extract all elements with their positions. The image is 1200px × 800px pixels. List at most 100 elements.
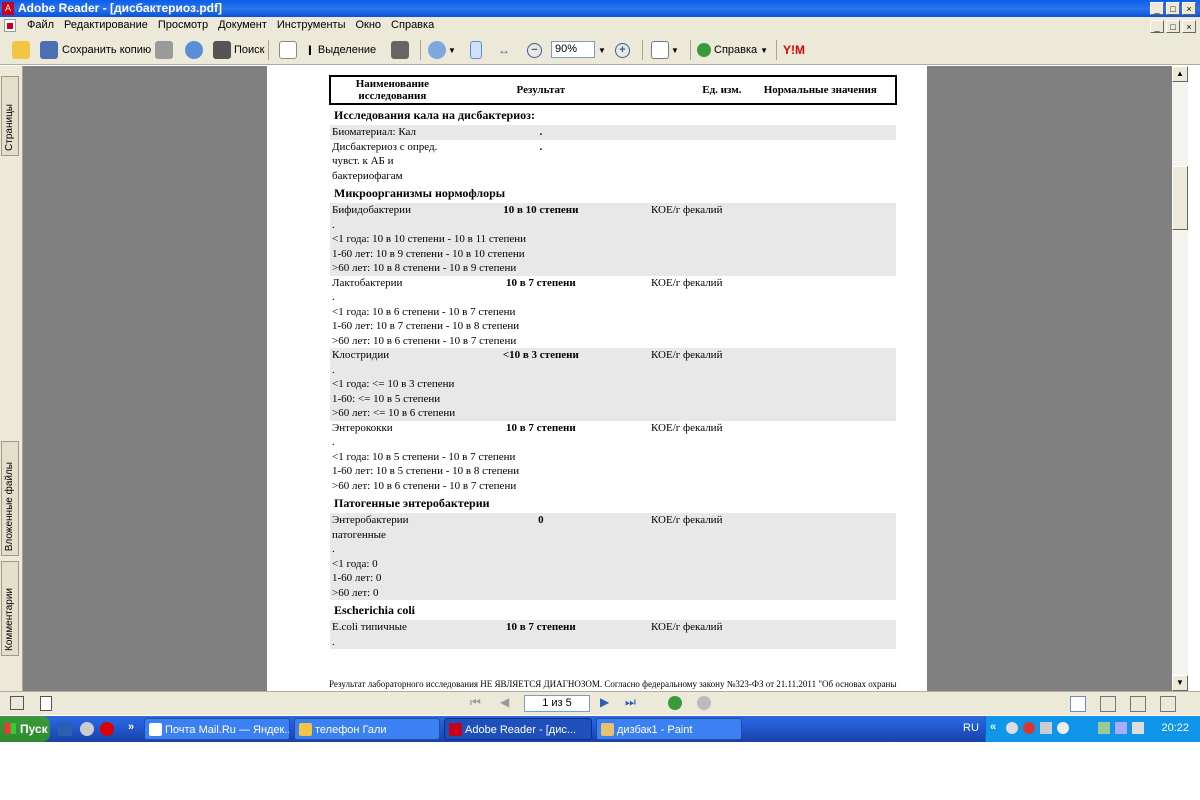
scroll-up-button[interactable]: ▲ [1172, 66, 1188, 82]
select-tool-button[interactable]: I Выделение [308, 40, 376, 60]
open-button[interactable] [12, 40, 30, 60]
hand-icon [279, 41, 297, 59]
normal-value-line: . [332, 218, 335, 231]
printer-icon [155, 41, 173, 59]
toolbar: Сохранить копию Поиск I Выделение ▼ ↔ − 9… [0, 35, 1200, 65]
task-paint[interactable]: дизбак1 - Paint [596, 718, 742, 740]
minimize-button[interactable]: _ [1150, 2, 1164, 15]
last-page-button[interactable]: ⏭ [625, 695, 636, 710]
tray-icon[interactable] [1006, 722, 1018, 734]
menu-edit[interactable]: Редактирование [59, 19, 153, 31]
hand-tool-button[interactable] [279, 40, 297, 60]
scroll-down-button[interactable]: ▼ [1172, 675, 1188, 691]
menu-file[interactable]: Файл [22, 19, 59, 31]
test-unit [628, 125, 746, 140]
quick-launch-expand-icon[interactable]: » [128, 721, 134, 733]
document-area: Наименование исследования Результат Ед. … [23, 66, 1172, 691]
tab-pages[interactable]: Страницы [1, 76, 19, 156]
zoom-tool-button[interactable]: ▼ [428, 40, 456, 60]
report-footer: Результат лабораторного исследования НЕ … [329, 679, 897, 689]
word-icon[interactable] [58, 722, 72, 736]
previous-page-button[interactable]: ◀ [500, 695, 509, 709]
facing-view-icon[interactable] [1130, 696, 1146, 712]
page-layout-button[interactable]: ▼ [651, 40, 679, 60]
binoculars-icon [213, 41, 231, 59]
snapshot-button[interactable] [391, 40, 409, 60]
next-view-icon[interactable] [697, 696, 711, 710]
table-row: E.coli типичные 10 в 7 степени КОЕ/г фекал… [330, 620, 896, 635]
normal-value-line: >60 лет: <= 10 в 6 степени [332, 407, 456, 419]
normal-value-line: . [332, 291, 335, 303]
test-unit [628, 140, 746, 184]
document-properties-icon[interactable] [40, 696, 52, 711]
tab-attachments[interactable]: Вложенные файлы [1, 441, 19, 556]
page-layout-icon [651, 41, 669, 59]
zoom-in-button[interactable]: + [615, 40, 630, 60]
language-indicator[interactable]: RU [963, 722, 979, 734]
menu-window[interactable]: Окно [350, 19, 386, 31]
first-page-button[interactable]: ⏮ [470, 695, 481, 710]
vertical-scrollbar[interactable]: ▲ ▼ [1172, 66, 1188, 691]
zoom-input[interactable]: 90% [551, 41, 595, 58]
next-page-button[interactable]: ▶ [600, 695, 609, 709]
email-button[interactable] [185, 40, 203, 60]
search-button[interactable]: Поиск [213, 40, 264, 60]
test-result: . [539, 140, 543, 153]
help-button[interactable]: Справка ▼ [697, 40, 768, 60]
menu-tools[interactable]: Инструменты [272, 19, 351, 31]
doc-minimize-button[interactable]: _ [1150, 20, 1164, 33]
chevron-down-icon: ▼ [760, 45, 769, 55]
help-icon [697, 43, 711, 57]
tab-comments[interactable]: Комментарии [1, 561, 19, 656]
continuous-view-icon[interactable] [1100, 696, 1116, 712]
chevron-down-icon: ▼ [671, 45, 679, 55]
previous-view-icon[interactable] [668, 696, 682, 710]
normal-value-line: . [332, 436, 335, 448]
start-button[interactable]: Пуск [0, 716, 50, 742]
doc-close-button[interactable]: × [1182, 20, 1196, 33]
save-copy-button[interactable]: Сохранить копию [40, 40, 151, 60]
maximize-button[interactable]: □ [1166, 2, 1180, 15]
panel-toggle-icon[interactable] [10, 696, 24, 710]
status-bar: ⏮ ◀ 1 из 5 ▶ ⏭ [0, 691, 1200, 715]
zoom-out-button[interactable]: − [527, 40, 542, 60]
plus-icon: + [615, 42, 630, 58]
document-icon[interactable] [4, 19, 16, 32]
doc-restore-button[interactable]: □ [1166, 20, 1180, 33]
section-title-row: Escherichia coli [330, 600, 896, 620]
task-phone[interactable]: телефон Гали [294, 718, 440, 740]
zoom-dropdown[interactable]: ▼ [598, 40, 606, 60]
magnifier-icon [428, 41, 446, 59]
header-norms: Нормальные значения [763, 84, 877, 96]
single-page-view-icon[interactable] [1070, 696, 1086, 712]
normal-value-line: <1 года: 10 в 10 степени - 10 в 11 степе… [332, 233, 527, 245]
mail-agent-icon[interactable] [80, 722, 94, 736]
network-icon[interactable] [1115, 722, 1127, 734]
continuous-facing-view-icon[interactable] [1160, 696, 1176, 712]
fit-width-button[interactable]: ↔ [498, 40, 510, 60]
task-mail[interactable]: Почта Mail.Ru — Яндек... [144, 718, 290, 740]
menu-help[interactable]: Справка [386, 19, 439, 31]
camera-icon [391, 41, 409, 59]
scroll-thumb[interactable] [1172, 166, 1188, 230]
yandex-button[interactable]: Y!M [783, 40, 805, 60]
page-number-input[interactable]: 1 из 5 [524, 695, 590, 712]
close-button[interactable]: × [1182, 2, 1196, 15]
tray-expand-icon[interactable]: « [990, 721, 996, 733]
opera-icon[interactable] [100, 722, 114, 736]
normal-value-line: >60 лет: 10 в 8 степени - 10 в 9 степени [332, 262, 517, 274]
taskbar: Пуск » Почта Mail.Ru — Яндек... телефон … [0, 716, 1200, 742]
task-adobe-reader[interactable]: Adobe Reader - [дис... [444, 718, 592, 740]
fit-page-button[interactable] [470, 40, 482, 60]
print-button[interactable] [155, 40, 173, 60]
tray-icon[interactable] [1040, 722, 1052, 734]
tray-icon[interactable] [1057, 722, 1069, 734]
menu-view[interactable]: Просмотр [153, 19, 213, 31]
tray-icon[interactable] [1098, 722, 1110, 734]
test-unit: КОЕ/г фекалий [650, 421, 723, 434]
tray-icon[interactable] [1023, 722, 1035, 734]
test-name: Бифидобактерии [332, 204, 411, 216]
test-result: <10 в 3 степени [502, 349, 579, 361]
menu-document[interactable]: Документ [213, 19, 272, 31]
volume-icon[interactable] [1132, 722, 1144, 734]
